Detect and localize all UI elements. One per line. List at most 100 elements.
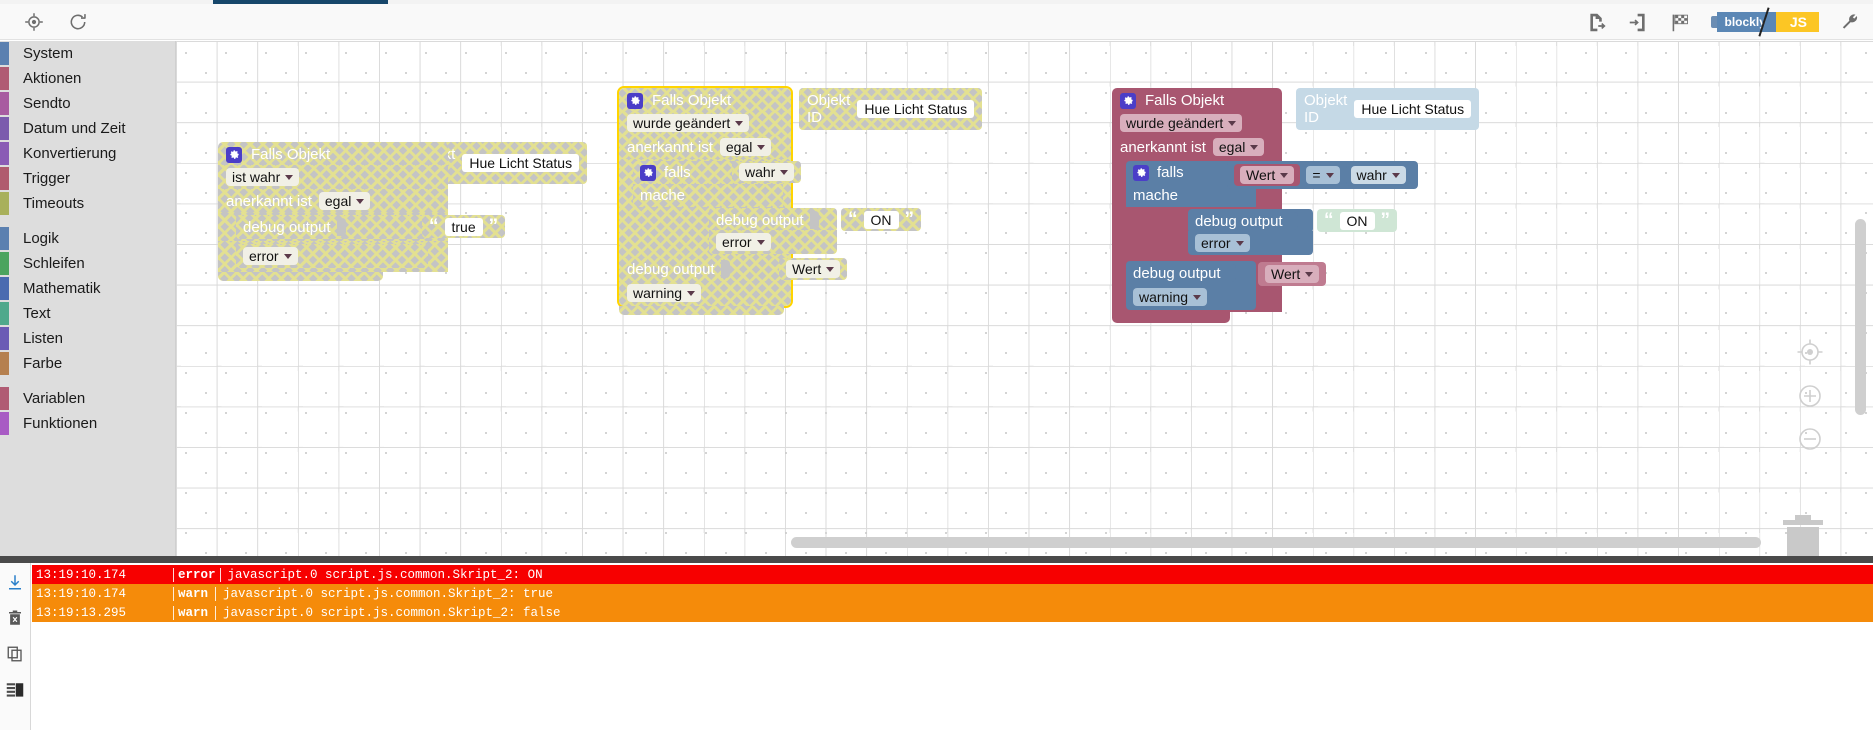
objekt-id-value[interactable]: Hue Licht Status — [857, 100, 975, 118]
block-3-body[interactable]: falls Wert = wahr mache debug output “ O… — [1112, 159, 1418, 259]
block-1-severity-row[interactable]: error — [218, 241, 448, 272]
compare-left-dropdown[interactable]: Wert — [1240, 166, 1295, 184]
block-text-value-3[interactable]: “ ON ” — [1317, 209, 1397, 232]
block-3-outer-wrap[interactable]: debug output Wert warning — [1112, 259, 1327, 312]
block-3-inner-severity-dropdown[interactable]: error — [1195, 234, 1250, 252]
layout-toggle-icon[interactable] — [4, 679, 26, 701]
block-2-inner-severity-wrap[interactable]: error — [709, 230, 837, 254]
block-2-ack-dropdown[interactable]: egal — [719, 138, 772, 156]
block-1-body[interactable]: debug output “ true ” — [218, 213, 498, 241]
text-value-field[interactable]: true — [444, 217, 483, 236]
objekt-id-value[interactable]: Hue Licht Status — [1354, 100, 1472, 118]
mutator-gear-icon[interactable] — [640, 164, 656, 181]
block-falls-objekt-3[interactable]: Objekt ID Hue Licht Status Falls Objekt — [1112, 88, 1480, 323]
mutator-gear-icon[interactable] — [627, 92, 643, 109]
block-2-mache-row[interactable]: mache — [633, 184, 783, 207]
export-blocks-icon[interactable] — [1585, 10, 1609, 34]
zoom-center-icon[interactable] — [1795, 337, 1825, 372]
wrench-icon[interactable] — [1837, 10, 1861, 34]
block-3-outer-severity-row[interactable]: warning — [1126, 285, 1256, 310]
toolbox-item-text[interactable]: Text — [0, 301, 175, 326]
zoom-in-icon[interactable] — [1795, 381, 1825, 416]
block-compare-left[interactable]: Wert — [1234, 164, 1301, 186]
block-compare-3[interactable]: Wert = wahr — [1227, 161, 1418, 189]
toolbox-item-listen[interactable]: Listen — [0, 326, 175, 351]
block-1-header[interactable]: Falls Objekt — [218, 142, 448, 165]
checkered-flag-icon[interactable] — [1669, 10, 1693, 34]
block-text-value-1[interactable]: “ true ” — [422, 215, 505, 238]
block-1-condition-row[interactable]: ist wahr — [218, 165, 448, 189]
toolbox-item-schleifen[interactable]: Schleifen — [0, 251, 175, 276]
workspace-vertical-scrollbar[interactable] — [1855, 219, 1866, 415]
log-row[interactable]: 13:19:10.174 warn javascript.0 script.js… — [32, 584, 1873, 603]
import-blocks-icon[interactable] — [1627, 10, 1651, 34]
panel-divider[interactable] — [0, 556, 1873, 563]
block-3-inner-severity-wrap[interactable]: error — [1188, 231, 1313, 255]
block-debug-output-1[interactable]: debug output — [236, 215, 428, 239]
toolbox-item-funktionen[interactable]: Funktionen — [0, 411, 175, 436]
mutator-gear-icon[interactable] — [1120, 92, 1136, 109]
wert-dropdown[interactable]: Wert — [1265, 265, 1320, 283]
block-objekt-id-3[interactable]: Objekt ID Hue Licht Status — [1296, 88, 1480, 130]
block-text-value-2[interactable]: “ ON ” — [841, 208, 921, 231]
block-2-header[interactable]: Falls Objekt — [619, 88, 791, 111]
toolbox-item-system[interactable]: System — [0, 41, 175, 66]
objekt-id-value[interactable]: Hue Licht Status — [462, 154, 580, 172]
toolbox-item-variablen[interactable]: Variablen — [0, 386, 175, 411]
copy-log-icon[interactable] — [4, 643, 26, 665]
toolbox-item-timeouts[interactable]: Timeouts — [0, 191, 175, 216]
trashcan-icon[interactable] — [1775, 506, 1831, 556]
block-compare-right[interactable]: wahr — [1345, 164, 1411, 186]
block-objekt-id-2[interactable]: Objekt ID Hue Licht Status — [799, 88, 982, 130]
mutator-gear-icon[interactable] — [1133, 164, 1149, 181]
block-2-selection-frame[interactable]: Falls Objekt wurde geändert anerkannt is… — [617, 86, 914, 308]
toolbox-item-trigger[interactable]: Trigger — [0, 166, 175, 191]
toolbox-item-logik[interactable]: Logik — [0, 226, 175, 251]
compare-right-dropdown[interactable]: wahr — [1350, 166, 1406, 184]
block-debug-output-3-inner[interactable]: debug output — [1188, 209, 1313, 233]
block-1-condition-dropdown[interactable]: ist wahr — [226, 168, 300, 186]
block-2-condition-row[interactable]: wurde geändert — [619, 111, 791, 135]
blockly-workspace[interactable]: Objekt ID Hue Licht Status Falls Objekt — [176, 41, 1873, 556]
block-falls-objekt-1[interactable]: Objekt ID Hue Licht Status Falls Objekt — [218, 142, 580, 281]
block-2-outer-severity-dropdown[interactable]: warning — [627, 284, 702, 302]
mutator-gear-icon[interactable] — [226, 146, 242, 163]
block-3-header[interactable]: Falls Objekt — [1112, 88, 1282, 111]
block-2-condition-dropdown[interactable]: wurde geändert — [627, 114, 750, 132]
text-value-field[interactable]: ON — [863, 210, 899, 229]
toolbox-item-farbe[interactable]: Farbe — [0, 351, 175, 376]
clear-log-icon[interactable] — [4, 607, 26, 629]
compare-operator-dropdown[interactable]: = — [1306, 166, 1340, 184]
workspace-horizontal-scrollbar[interactable] — [791, 537, 1761, 548]
block-3-condition-dropdown[interactable]: wurde geändert — [1120, 114, 1243, 132]
block-3-ack-row[interactable]: anerkannt ist egal — [1112, 135, 1282, 159]
blockly-js-toggle[interactable]: blockly JS — [1710, 7, 1819, 37]
block-1-ack-dropdown[interactable]: egal — [318, 192, 371, 210]
text-value-field[interactable]: ON — [1339, 211, 1375, 230]
block-1-severity-wrap[interactable]: error — [236, 244, 428, 268]
block-3-ack-dropdown[interactable]: egal — [1212, 138, 1265, 156]
block-2-outer-severity-row[interactable]: warning — [619, 281, 791, 306]
toggle-js-label[interactable]: JS — [1775, 12, 1819, 32]
boolean-dropdown[interactable]: wahr — [739, 163, 795, 181]
toolbox-item-sendto[interactable]: Sendto — [0, 91, 175, 116]
block-3-outer-severity-dropdown[interactable]: warning — [1133, 288, 1208, 306]
log-row[interactable]: 13:19:10.174 error javascript.0 script.j… — [32, 565, 1873, 584]
block-boolean-2[interactable]: wahr — [732, 161, 801, 183]
block-2-inner-severity-dropdown[interactable]: error — [716, 233, 771, 251]
block-2-ack-row[interactable]: anerkannt ist egal — [619, 135, 791, 159]
center-blocks-icon[interactable] — [22, 10, 46, 34]
block-wert-2[interactable]: Wert — [779, 258, 847, 280]
log-row[interactable]: 13:19:13.295 warn javascript.0 script.js… — [32, 603, 1873, 622]
wert-dropdown[interactable]: Wert — [786, 260, 841, 278]
block-1-ack-row[interactable]: anerkannt ist egal — [218, 189, 448, 213]
block-wert-3[interactable]: Wert — [1258, 262, 1327, 286]
toolbox-item-konvertierung[interactable]: Konvertierung — [0, 141, 175, 166]
block-debug-output-2-inner[interactable]: debug output — [709, 208, 837, 232]
toolbox-item-datum-und-zeit[interactable]: Datum und Zeit — [0, 116, 175, 141]
block-3-condition-row[interactable]: wurde geändert — [1112, 111, 1282, 135]
reload-icon[interactable] — [66, 10, 90, 34]
toolbox-item-aktionen[interactable]: Aktionen — [0, 66, 175, 91]
block-falls-objekt-2[interactable]: Objekt ID Hue Licht Status Falls Objekt — [617, 86, 975, 315]
zoom-out-icon[interactable] — [1795, 424, 1825, 459]
